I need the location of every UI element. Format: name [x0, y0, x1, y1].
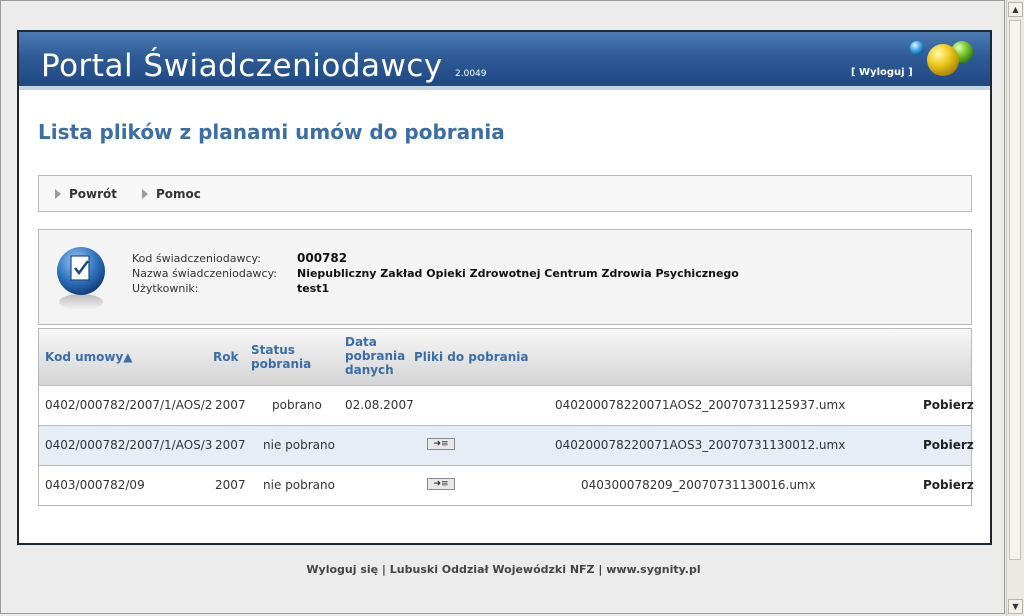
user-label: Użytkownik:: [132, 282, 199, 295]
column-date[interactable]: Data pobrania danych: [345, 335, 405, 377]
action-toolbar: Powrót Pomoc: [38, 175, 972, 212]
table-header: Kod umowy▲ Rok Status pobrania Data pobr…: [39, 329, 971, 386]
page-title: Lista plików z planami umów do pobrania: [38, 120, 505, 144]
file-name: 040300078209_20070731130016.umx: [581, 478, 816, 492]
provider-code-label: Kod świadczeniodawcy:: [132, 252, 261, 265]
table-row: 0402/000782/2007/1/AOS/3 2007 nie pobran…: [39, 426, 974, 466]
download-status: pobrano: [272, 398, 322, 412]
contract-code: 0402/000782/2007/1/AOS/2: [45, 398, 213, 412]
scroll-up-icon[interactable]: ▲: [1008, 2, 1023, 17]
provider-name-label: Nazwa świadczeniodawcy:: [132, 267, 278, 280]
column-status[interactable]: Status pobrania: [251, 343, 321, 371]
document-check-icon: [57, 247, 105, 310]
logo-balls-icon: [910, 41, 973, 76]
download-status: nie pobrano: [263, 438, 335, 452]
main-panel: Portal Świadczeniodawcy 2.0049 [ Wyloguj…: [17, 30, 992, 545]
download-button[interactable]: Pobierz: [923, 398, 974, 412]
scrollbar-thumb[interactable]: [1009, 20, 1021, 560]
back-label: Powrót: [69, 187, 118, 201]
app-version: 2.0049: [455, 69, 487, 79]
file-name: 040200078220071AOS2_20070731125937.umx: [555, 398, 846, 412]
provider-name-value: Niepubliczny Zakład Opieki Zdrowotnej Ce…: [297, 267, 739, 280]
file-name: 040200078220071AOS3_20070731130012.umx: [555, 438, 846, 452]
footer-links[interactable]: Wyloguj się | Lubuski Oddział Wojewódzki…: [1, 563, 1006, 576]
back-link[interactable]: Powrót: [55, 187, 117, 201]
download-button[interactable]: Pobierz: [923, 438, 974, 452]
file-download-icon[interactable]: ➜≡: [427, 438, 455, 450]
provider-info-box: Kod świadczeniodawcy: 000782 Nazwa świad…: [38, 229, 972, 325]
triangle-right-icon: [142, 189, 148, 199]
download-button[interactable]: Pobierz: [923, 478, 974, 492]
scroll-down-icon[interactable]: ▼: [1008, 599, 1023, 614]
user-value: test1: [297, 282, 330, 295]
provider-code-value: 000782: [297, 251, 348, 265]
download-status: nie pobrano: [263, 478, 335, 492]
banner-stripe: [19, 86, 990, 90]
help-link[interactable]: Pomoc: [142, 187, 201, 201]
contract-code: 0403/000782/09: [45, 478, 145, 492]
logout-link[interactable]: [ Wyloguj ]: [851, 67, 913, 78]
contract-year: 2007: [215, 478, 246, 492]
contract-year: 2007: [215, 398, 246, 412]
vertical-scrollbar[interactable]: ▲ ▼: [1006, 0, 1024, 616]
contract-year: 2007: [215, 438, 246, 452]
file-download-icon[interactable]: ➜≡: [427, 478, 455, 490]
triangle-right-icon: [55, 189, 61, 199]
column-code[interactable]: Kod umowy▲: [45, 350, 133, 364]
browser-frame: Portal Świadczeniodawcy 2.0049 [ Wyloguj…: [0, 0, 1005, 614]
table-row: 0403/000782/09 2007 nie pobrano ➜≡ 04030…: [39, 466, 974, 505]
table-row: 0402/000782/2007/1/AOS/2 2007 pobrano 02…: [39, 386, 974, 426]
help-label: Pomoc: [156, 187, 201, 201]
contracts-table: Kod umowy▲ Rok Status pobrania Data pobr…: [38, 328, 974, 506]
header-banner: Portal Świadczeniodawcy 2.0049 [ Wyloguj…: [19, 32, 990, 90]
contract-code: 0402/000782/2007/1/AOS/3: [45, 438, 213, 452]
column-files: Pliki do pobrania: [414, 350, 529, 364]
app-title: Portal Świadczeniodawcy: [41, 48, 443, 84]
column-year[interactable]: Rok: [213, 350, 238, 364]
download-date: 02.08.2007: [345, 398, 414, 412]
